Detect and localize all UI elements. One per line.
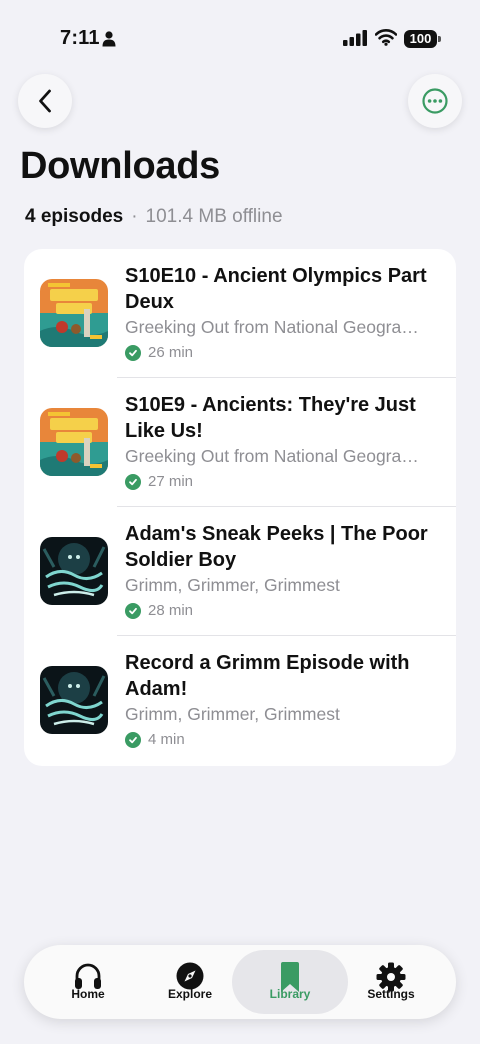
episode-meta: 26 min: [125, 344, 193, 361]
cellular-signal-icon: [343, 30, 367, 46]
episode-row[interactable]: Adam's Sneak Peeks | The Poor Soldier Bo…: [24, 507, 456, 636]
compass-icon: [176, 962, 204, 990]
episode-meta: 27 min: [125, 473, 193, 490]
more-options-button[interactable]: [408, 74, 462, 128]
downloaded-check-icon: [125, 344, 141, 361]
grimm-artwork: [40, 537, 108, 605]
episode-meta: 28 min: [125, 602, 193, 619]
episode-show: Greeking Out from National Geographic Ki…: [125, 317, 425, 337]
episode-duration: 4 min: [148, 731, 185, 748]
status-bar: 7:11 100: [0, 0, 480, 70]
downloaded-check-icon: [125, 473, 141, 490]
greeking-out-artwork: [40, 408, 108, 476]
summary-separator: ·: [131, 206, 138, 227]
chevron-left-icon: [39, 89, 51, 113]
tab-explore[interactable]: Explore: [138, 950, 242, 1014]
episode-meta: 4 min: [125, 731, 185, 748]
headphones-icon: [75, 963, 101, 989]
bookmark-icon: [281, 962, 299, 992]
episode-show: Grimm, Grimmer, Grimmest: [125, 575, 340, 595]
downloads-screen: 7:11 100 Downloads 4 episodes · 101.4 MB…: [0, 0, 480, 1044]
back-button[interactable]: [18, 74, 72, 128]
episode-row[interactable]: S10E10 - Ancient Olympics Part Deux Gree…: [24, 249, 456, 378]
status-time: 7:11: [60, 27, 100, 49]
episode-title: Adam's Sneak Peeks | The Poor Soldier Bo…: [125, 523, 428, 571]
tab-bar: Home Explore Library Settings: [24, 945, 456, 1019]
grimm-artwork: [40, 666, 108, 734]
gear-icon: [376, 962, 406, 992]
episode-duration: 28 min: [148, 602, 194, 619]
ellipsis-circle-icon: [422, 88, 448, 114]
page-title: Downloads: [20, 145, 220, 187]
episode-row[interactable]: S10E9 - Ancients: They're Just Like Us! …: [24, 378, 456, 507]
tab-home[interactable]: Home: [36, 950, 140, 1014]
episode-duration: 26 min: [148, 344, 194, 361]
episode-row[interactable]: Record a Grimm Episode with Adam! Grimm,…: [24, 636, 456, 765]
greeking-out-artwork: [40, 279, 108, 347]
episode-count: 4 episodes: [25, 206, 124, 227]
tab-library[interactable]: Library: [232, 950, 348, 1014]
downloads-summary: 4 episodes · 101.4 MB offline: [25, 206, 283, 228]
storage-size: 101.4 MB offline: [145, 206, 283, 227]
episode-list: S10E10 - Ancient Olympics Part Deux Gree…: [24, 249, 456, 766]
episode-duration: 27 min: [148, 473, 194, 490]
battery-indicator: 100: [404, 30, 441, 48]
wifi-icon: [375, 29, 397, 46]
downloaded-check-icon: [125, 731, 141, 748]
person-icon: [102, 31, 116, 47]
episode-title: S10E9 - Ancients: They're Just Like Us!: [125, 394, 416, 442]
downloaded-check-icon: [125, 602, 141, 619]
episode-title: Record a Grimm Episode with Adam!: [125, 652, 410, 700]
episode-show: Grimm, Grimmer, Grimmest: [125, 704, 340, 724]
episode-title: S10E10 - Ancient Olympics Part Deux: [125, 265, 427, 313]
tab-settings[interactable]: Settings: [339, 950, 443, 1014]
episode-show: Greeking Out from National Geographic Ki…: [125, 446, 425, 466]
